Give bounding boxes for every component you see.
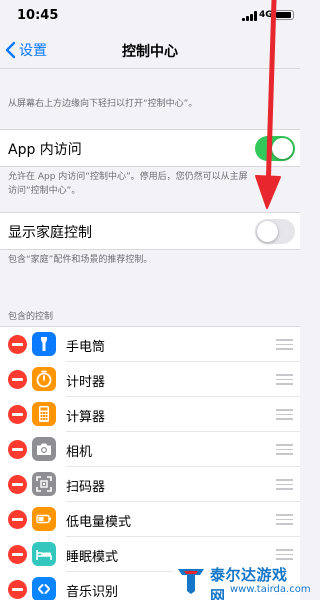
control-label: 音乐识别: [66, 585, 119, 600]
control-label: 计时器: [66, 375, 106, 390]
cellular-signal-icon: [242, 11, 258, 21]
qr-scanner-icon: [32, 472, 56, 496]
list-item: 扫码器: [0, 467, 300, 502]
delete-button[interactable]: [8, 475, 27, 494]
delete-button[interactable]: [8, 335, 27, 354]
control-label: 低电量模式: [66, 515, 132, 530]
camera-icon: [32, 437, 56, 461]
status-time: 10:45: [17, 8, 59, 23]
calculator-icon: [32, 402, 56, 426]
bed-icon: [32, 542, 56, 566]
watermark-url: www.tairda.com: [230, 584, 311, 595]
network-type: 4G: [259, 10, 273, 20]
section-header-included: 包含的控制: [8, 312, 54, 322]
home-controls-label: 显示家庭控制: [8, 225, 92, 241]
home-controls-footnote: 包含“家庭”配件和场景的推荐控制。: [8, 255, 153, 265]
control-label: 手电筒: [66, 340, 106, 355]
delete-button[interactable]: [8, 405, 27, 424]
in-app-access-label: App 内访问: [8, 142, 82, 158]
reorder-handle-icon[interactable]: [276, 479, 293, 490]
delete-button[interactable]: [8, 545, 27, 564]
in-app-access-cell: App 内访问: [0, 129, 300, 167]
page-title: 控制中心: [122, 44, 178, 60]
list-item: 手电筒: [0, 327, 300, 362]
delete-button[interactable]: [8, 510, 27, 529]
shazam-icon: [32, 577, 56, 600]
home-controls-toggle[interactable]: [255, 219, 295, 244]
control-label: 相机: [66, 445, 93, 460]
reorder-handle-icon[interactable]: [276, 444, 293, 455]
footnote-line: 访问“控制中心”。: [8, 186, 81, 196]
delete-button[interactable]: [8, 370, 27, 389]
flashlight-icon: [32, 332, 56, 356]
low-power-battery-icon: [32, 507, 56, 531]
home-controls-cell: 显示家庭控制: [0, 212, 300, 250]
reorder-handle-icon[interactable]: [276, 339, 293, 350]
reorder-handle-icon[interactable]: [276, 409, 293, 420]
battery-icon: [274, 10, 294, 20]
reorder-handle-icon[interactable]: [276, 549, 293, 560]
in-app-access-toggle[interactable]: [255, 136, 295, 161]
list-item: 相机: [0, 432, 300, 467]
status-bar: 10:45 4G: [0, 0, 300, 32]
included-controls-list: 手电筒 计时器 计算器 相机 扫码器 低电量模式 睡眠模式 音乐识别: [0, 326, 300, 600]
footnote-line: 允许在 App 内访问“控制中心”。停用后，您仍然可以从主屏: [8, 172, 248, 182]
delete-button[interactable]: [8, 580, 27, 599]
list-item: 计时器: [0, 362, 300, 397]
timer-icon: [32, 367, 56, 391]
control-label: 睡眠模式: [66, 550, 119, 565]
delete-button[interactable]: [8, 440, 27, 459]
list-item: 低电量模式: [0, 502, 300, 537]
control-label: 扫码器: [66, 480, 106, 495]
nav-divider: [0, 68, 300, 69]
control-label: 计算器: [66, 410, 106, 425]
site-logo-icon: [178, 569, 204, 594]
list-item: 计算器: [0, 397, 300, 432]
nav-bar: 设置 控制中心: [0, 32, 300, 68]
reorder-handle-icon[interactable]: [276, 374, 293, 385]
in-app-access-footnote: 允许在 App 内访问“控制中心”。停用后，您仍然可以从主屏 访问“控制中心”。: [8, 170, 248, 198]
intro-footnote: 从屏幕右上方边缘向下轻扫以打开“控制中心”。: [8, 99, 198, 109]
reorder-handle-icon[interactable]: [276, 514, 293, 525]
watermark: 泰尔达游戏网 www.tairda.com: [172, 560, 311, 600]
